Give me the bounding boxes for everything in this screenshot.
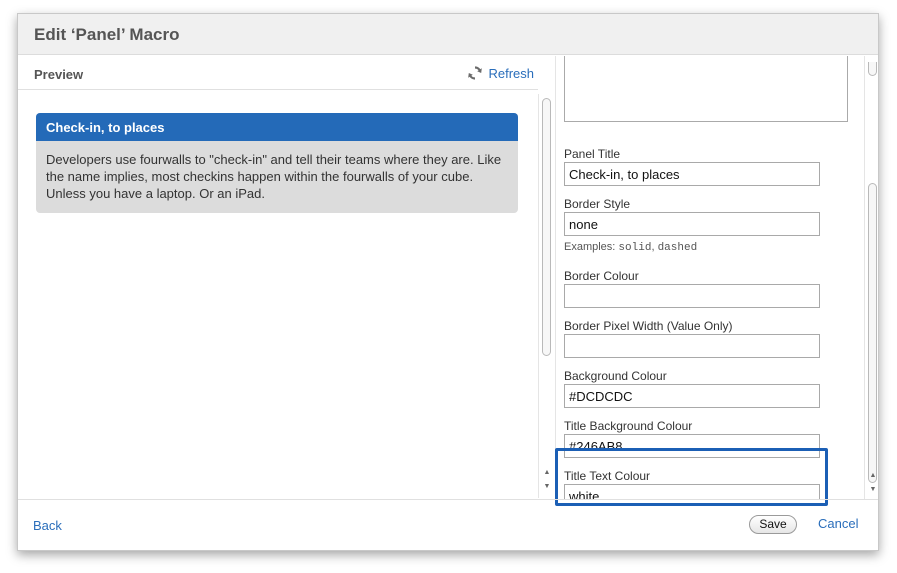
preview-header: Preview Refresh — [18, 56, 538, 90]
background-colour-label: Background Colour — [564, 369, 667, 383]
dialog-footer: Back Save Cancel — [18, 499, 878, 550]
refresh-button[interactable]: Refresh — [467, 65, 534, 81]
preview-panel-title: Check-in, to places — [36, 113, 518, 141]
examples-prefix: Examples: — [564, 241, 619, 253]
title-text-colour-input[interactable] — [564, 484, 820, 499]
preview-area: Check-in, to places Developers use fourw… — [18, 91, 538, 499]
scroll-up-icon[interactable]: ▲ — [865, 472, 878, 479]
background-colour-input[interactable] — [564, 384, 820, 408]
back-link[interactable]: Back — [33, 518, 62, 533]
macro-parameters-form: Panel Title Border Style Examples: solid… — [555, 56, 861, 499]
save-button[interactable]: Save — [749, 515, 797, 534]
scroll-down-icon[interactable]: ▼ — [865, 486, 878, 493]
preview-panel: Check-in, to places Developers use fourw… — [36, 113, 518, 213]
border-style-examples: Examples: solid, dashed — [564, 241, 697, 254]
example-solid: solid — [618, 242, 652, 254]
body-textarea[interactable] — [564, 56, 848, 122]
refresh-icon — [468, 66, 483, 80]
dialog-header: Edit ‘Panel’ Macro — [18, 14, 878, 55]
panel-title-input[interactable] — [564, 162, 820, 186]
refresh-label: Refresh — [488, 65, 534, 81]
preview-scrollbar-thumb[interactable] — [542, 98, 551, 356]
border-colour-label: Border Colour — [564, 269, 639, 283]
scroll-down-icon[interactable]: ▼ — [539, 483, 555, 490]
edit-macro-dialog: Edit ‘Panel’ Macro Preview Refresh Check… — [17, 13, 879, 551]
title-background-colour-input[interactable] — [564, 434, 820, 458]
border-style-label: Border Style — [564, 197, 631, 211]
border-pixel-width-label: Border Pixel Width (Value Only) — [564, 319, 733, 333]
preview-panel-body: Developers use fourwalls to "check-in" a… — [46, 152, 502, 201]
preview-label: Preview — [34, 67, 84, 82]
example-dashed: dashed — [657, 242, 698, 254]
cancel-link[interactable]: Cancel — [818, 516, 858, 531]
border-style-input[interactable] — [564, 212, 820, 236]
title-background-colour-label: Title Background Colour — [564, 419, 693, 433]
border-colour-input[interactable] — [564, 284, 820, 308]
preview-scrollbar[interactable]: ▲ ▼ — [538, 94, 554, 498]
panel-title-label: Panel Title — [564, 147, 621, 161]
dialog-title: Edit ‘Panel’ Macro — [34, 25, 180, 44]
title-text-colour-label: Title Text Colour — [564, 469, 651, 483]
scroll-up-icon[interactable]: ▲ — [539, 469, 555, 476]
form-scrollbar-thumb[interactable] — [868, 183, 877, 483]
form-scrollbar[interactable]: ▲ ▼ — [864, 56, 878, 499]
form-scrollbar-top-cap — [868, 62, 877, 76]
border-pixel-width-input[interactable] — [564, 334, 820, 358]
